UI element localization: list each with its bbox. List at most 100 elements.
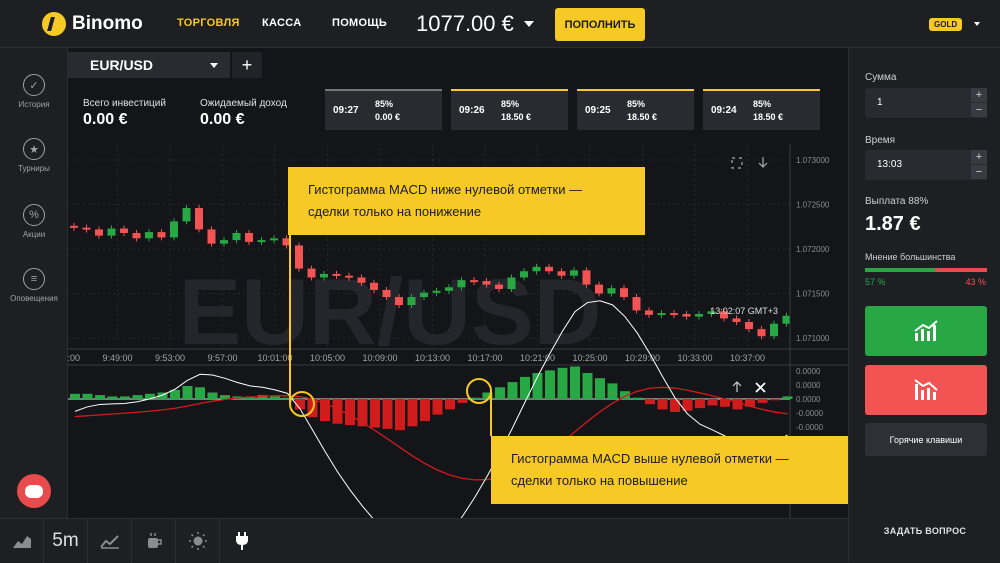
top-bar: Binomo ТОРГОВЛЯ КАССА ПОМОЩЬ 1077.00 € П… bbox=[0, 0, 1000, 48]
candle bbox=[157, 232, 166, 238]
brand-name: Binomo bbox=[72, 13, 143, 34]
trade-amount: 0.00 € bbox=[375, 112, 401, 122]
macd-bar bbox=[445, 399, 455, 410]
macd-bar bbox=[495, 387, 505, 399]
trade-time: 09:26 bbox=[459, 105, 485, 116]
sidebar-item-label: История bbox=[18, 100, 50, 109]
time-tick-label: 9:49:00 bbox=[102, 353, 132, 363]
amount-stepper[interactable]: + − bbox=[971, 88, 987, 118]
time-tick-label: 9:45:00 bbox=[68, 353, 80, 363]
ask-question-button[interactable]: ЗАДАТЬ ВОПРОС bbox=[849, 526, 1000, 536]
macd-bar bbox=[82, 393, 93, 399]
trade-card[interactable]: 09:24 85% 18.50 € bbox=[703, 89, 820, 130]
trophy-icon: ★ bbox=[23, 138, 45, 160]
amount-label: Сумма bbox=[865, 72, 897, 83]
candle bbox=[320, 273, 328, 278]
trade-card[interactable]: 09:26 85% 18.50 € bbox=[451, 89, 568, 130]
logo[interactable]: Binomo bbox=[42, 12, 143, 36]
candle bbox=[395, 297, 403, 306]
candle bbox=[245, 232, 253, 242]
trade-percent: 85% bbox=[627, 99, 646, 109]
plug-icon[interactable] bbox=[220, 519, 264, 563]
candle bbox=[120, 228, 128, 233]
candle bbox=[220, 240, 228, 244]
candle bbox=[645, 310, 653, 315]
bell-icon: ≡ bbox=[23, 268, 45, 290]
sidebar-item-promotions[interactable]: % Акции bbox=[0, 204, 68, 239]
deposit-button[interactable]: ПОПОЛНИТЬ bbox=[555, 8, 645, 41]
buy-up-button[interactable] bbox=[865, 306, 987, 356]
macd-bar bbox=[420, 399, 430, 422]
candle bbox=[307, 268, 316, 278]
order-panel: Сумма 1 + − Время 13:03 + − Выплата 88% … bbox=[848, 48, 1000, 562]
time-stepper[interactable]: + − bbox=[971, 150, 987, 180]
add-asset-button[interactable]: + bbox=[232, 52, 262, 78]
candle bbox=[595, 284, 603, 294]
arrow-up-icon[interactable] bbox=[732, 381, 742, 392]
chat-button[interactable] bbox=[17, 474, 51, 508]
theme-icon[interactable] bbox=[176, 519, 220, 563]
time-tick-label: 10:33:00 bbox=[677, 353, 712, 363]
macd-bar bbox=[182, 386, 193, 399]
amount-field[interactable]: 1 + − bbox=[865, 88, 987, 118]
trade-card[interactable]: 09:27 85% 0.00 € bbox=[325, 89, 442, 130]
sidebar-item-history[interactable]: ✓ История bbox=[0, 74, 68, 109]
sidebar-item-label: Турниры bbox=[18, 164, 50, 173]
sidebar-item-notifications[interactable]: ≡ Оповещения bbox=[0, 268, 68, 303]
close-icon[interactable] bbox=[755, 382, 766, 393]
expected-income-value: 0.00 € bbox=[200, 111, 245, 128]
candle bbox=[95, 229, 103, 236]
status-badge[interactable]: GOLD bbox=[929, 18, 963, 31]
asset-selector[interactable]: EUR/USD bbox=[68, 52, 230, 78]
balance-dropdown[interactable]: 1077.00 € bbox=[416, 11, 534, 37]
macd-bar bbox=[707, 399, 718, 406]
candle bbox=[582, 270, 591, 285]
area-chart-icon[interactable] bbox=[0, 519, 44, 563]
macd-bar bbox=[107, 396, 118, 399]
time-field[interactable]: 13:03 + − bbox=[865, 150, 987, 180]
indicators-icon[interactable] bbox=[132, 519, 176, 563]
nav-help[interactable]: ПОМОЩЬ bbox=[332, 17, 387, 29]
buy-down-button[interactable] bbox=[865, 365, 987, 415]
chevron-down-icon[interactable] bbox=[974, 22, 980, 26]
nav-trading[interactable]: ТОРГОВЛЯ bbox=[177, 17, 240, 29]
candle bbox=[570, 270, 578, 276]
candle bbox=[170, 221, 178, 238]
sentiment-label: Мнение большинства bbox=[865, 252, 956, 262]
macd-bar bbox=[370, 399, 380, 428]
candle bbox=[482, 281, 491, 285]
sidebar-item-tournaments[interactable]: ★ Турниры bbox=[0, 138, 68, 173]
time-tick-label: 9:57:00 bbox=[207, 353, 237, 363]
chart-type-icon[interactable] bbox=[88, 519, 132, 563]
macd-bar bbox=[407, 399, 418, 427]
plus-icon[interactable]: + bbox=[971, 150, 987, 165]
macd-bar bbox=[207, 392, 218, 399]
chart-watermark: EUR/USD bbox=[178, 259, 601, 364]
candle bbox=[695, 313, 703, 317]
trade-time: 09:25 bbox=[585, 105, 611, 116]
trade-card[interactable]: 09:25 85% 18.50 € bbox=[577, 89, 694, 130]
candle bbox=[145, 232, 153, 239]
candle bbox=[182, 208, 191, 222]
macd-tick-label: -0.0000 bbox=[796, 423, 824, 432]
macd-bar bbox=[432, 399, 443, 415]
macd-bar bbox=[95, 395, 105, 399]
macd-bar bbox=[695, 399, 705, 409]
macd-bar bbox=[545, 370, 555, 399]
plus-icon[interactable]: + bbox=[971, 88, 987, 103]
minus-icon[interactable]: − bbox=[971, 103, 987, 118]
trade-percent: 85% bbox=[375, 99, 394, 109]
macd-tick-label: 0.0000 bbox=[796, 367, 821, 376]
expected-income: Ожидаемый доход 0.00 € bbox=[200, 98, 287, 129]
candle bbox=[82, 227, 91, 230]
sentiment-up: 57 % bbox=[865, 277, 886, 287]
timeframe-button[interactable]: 5m bbox=[44, 519, 88, 563]
macd-bar bbox=[195, 387, 205, 399]
time-label: Время bbox=[865, 135, 896, 146]
candle bbox=[357, 277, 366, 283]
arrow-down-icon[interactable] bbox=[758, 157, 768, 168]
macd-bar bbox=[507, 382, 518, 399]
minus-icon[interactable]: − bbox=[971, 165, 987, 180]
hotkeys-button[interactable]: Горячие клавиши bbox=[865, 423, 987, 456]
nav-cashier[interactable]: КАССА bbox=[262, 17, 301, 29]
